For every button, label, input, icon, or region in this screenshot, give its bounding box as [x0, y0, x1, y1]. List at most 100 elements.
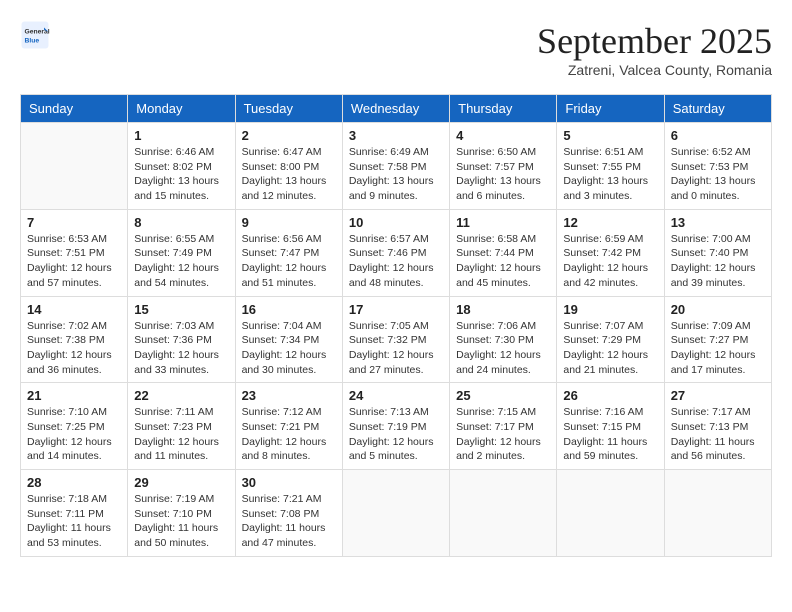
calendar-cell	[342, 470, 449, 557]
calendar-cell: 23Sunrise: 7:12 AM Sunset: 7:21 PM Dayli…	[235, 383, 342, 470]
calendar-cell: 28Sunrise: 7:18 AM Sunset: 7:11 PM Dayli…	[21, 470, 128, 557]
calendar-cell: 17 Sunrise: 7:05 AM Sunset: 7:32 PM Dayli…	[342, 296, 449, 383]
day-info: Sunrise: 7:13 AM Sunset: 7:19 PM Dayligh…	[349, 405, 443, 464]
day-of-week-header: Sunday	[21, 95, 128, 123]
day-number: 30	[242, 475, 336, 490]
day-number: 2	[242, 128, 336, 143]
calendar-week-row: 21Sunrise: 7:10 AM Sunset: 7:25 PM Dayli…	[21, 383, 772, 470]
day-number: 5	[563, 128, 657, 143]
day-number: 18	[456, 302, 550, 317]
calendar-cell: 7 Sunrise: 6:53 AM Sunset: 7:51 PM Daylig…	[21, 209, 128, 296]
calendar-cell: 11Sunrise: 6:58 AM Sunset: 7:44 PM Dayli…	[450, 209, 557, 296]
day-number: 13	[671, 215, 765, 230]
calendar-week-row: 28Sunrise: 7:18 AM Sunset: 7:11 PM Dayli…	[21, 470, 772, 557]
day-info: Sunrise: 7:17 AM Sunset: 7:13 PM Dayligh…	[671, 405, 765, 464]
day-number: 16	[242, 302, 336, 317]
day-info: Sunrise: 7:06 AM Sunset: 7:30 PM Dayligh…	[456, 319, 550, 378]
day-number: 26	[563, 388, 657, 403]
day-info: Sunrise: 7:16 AM Sunset: 7:15 PM Dayligh…	[563, 405, 657, 464]
calendar-cell: 15 Sunrise: 7:03 AM Sunset: 7:36 PM Dayli…	[128, 296, 235, 383]
day-info: Sunrise: 7:04 AM Sunset: 7:34 PM Dayligh…	[242, 319, 336, 378]
day-of-week-header: Friday	[557, 95, 664, 123]
day-info: Sunrise: 6:52 AM Sunset: 7:53 PM Dayligh…	[671, 145, 765, 204]
title-block: September 2025 Zatreni, Valcea County, R…	[537, 20, 772, 78]
day-info: Sunrise: 6:51 AM Sunset: 7:55 PM Dayligh…	[563, 145, 657, 204]
day-number: 24	[349, 388, 443, 403]
month-title: September 2025	[537, 20, 772, 62]
calendar-cell: 8Sunrise: 6:55 AM Sunset: 7:49 PM Daylig…	[128, 209, 235, 296]
day-info: Sunrise: 7:03 AM Sunset: 7:36 PM Dayligh…	[134, 319, 228, 378]
day-info: Sunrise: 7:10 AM Sunset: 7:25 PM Dayligh…	[27, 405, 121, 464]
calendar-cell: 20 Sunrise: 7:09 AM Sunset: 7:27 PM Dayli…	[664, 296, 771, 383]
day-number: 3	[349, 128, 443, 143]
calendar-cell: 26 Sunrise: 7:16 AM Sunset: 7:15 PM Dayli…	[557, 383, 664, 470]
page-header: General Blue September 2025 Zatreni, Val…	[20, 20, 772, 78]
calendar-week-row: 14Sunrise: 7:02 AM Sunset: 7:38 PM Dayli…	[21, 296, 772, 383]
day-of-week-header: Saturday	[664, 95, 771, 123]
day-info: Sunrise: 7:19 AM Sunset: 7:10 PM Dayligh…	[134, 492, 228, 551]
calendar-cell: 27 Sunrise: 7:17 AM Sunset: 7:13 PM Dayli…	[664, 383, 771, 470]
day-info: Sunrise: 7:11 AM Sunset: 7:23 PM Dayligh…	[134, 405, 228, 464]
day-info: Sunrise: 6:59 AM Sunset: 7:42 PM Dayligh…	[563, 232, 657, 291]
day-info: Sunrise: 6:57 AM Sunset: 7:46 PM Dayligh…	[349, 232, 443, 291]
day-info: Sunrise: 7:02 AM Sunset: 7:38 PM Dayligh…	[27, 319, 121, 378]
svg-text:Blue: Blue	[25, 38, 40, 45]
day-of-week-header: Thursday	[450, 95, 557, 123]
day-number: 25	[456, 388, 550, 403]
calendar-cell: 19 Sunrise: 7:07 AM Sunset: 7:29 PM Dayli…	[557, 296, 664, 383]
day-number: 12	[563, 215, 657, 230]
calendar-cell: 6 Sunrise: 6:52 AM Sunset: 7:53 PM Daylig…	[664, 123, 771, 210]
day-number: 27	[671, 388, 765, 403]
day-info: Sunrise: 7:21 AM Sunset: 7:08 PM Dayligh…	[242, 492, 336, 551]
day-info: Sunrise: 6:53 AM Sunset: 7:51 PM Dayligh…	[27, 232, 121, 291]
calendar-cell: 16 Sunrise: 7:04 AM Sunset: 7:34 PM Dayli…	[235, 296, 342, 383]
day-info: Sunrise: 6:47 AM Sunset: 8:00 PM Dayligh…	[242, 145, 336, 204]
calendar-cell: 30 Sunrise: 7:21 AM Sunset: 7:08 PM Dayli…	[235, 470, 342, 557]
day-info: Sunrise: 7:05 AM Sunset: 7:32 PM Dayligh…	[349, 319, 443, 378]
calendar-cell: 3 Sunrise: 6:49 AM Sunset: 7:58 PM Daylig…	[342, 123, 449, 210]
day-number: 11	[456, 215, 550, 230]
calendar-cell: 29 Sunrise: 7:19 AM Sunset: 7:10 PM Dayli…	[128, 470, 235, 557]
calendar-header-row: SundayMondayTuesdayWednesdayThursdayFrid…	[21, 95, 772, 123]
day-of-week-header: Monday	[128, 95, 235, 123]
day-number: 15	[134, 302, 228, 317]
calendar-cell: 22 Sunrise: 7:11 AM Sunset: 7:23 PM Dayli…	[128, 383, 235, 470]
day-number: 6	[671, 128, 765, 143]
day-info: Sunrise: 7:15 AM Sunset: 7:17 PM Dayligh…	[456, 405, 550, 464]
location-subtitle: Zatreni, Valcea County, Romania	[537, 62, 772, 78]
day-number: 22	[134, 388, 228, 403]
day-number: 8	[134, 215, 228, 230]
calendar-cell	[557, 470, 664, 557]
calendar-cell	[664, 470, 771, 557]
logo: General Blue	[20, 20, 54, 50]
day-number: 4	[456, 128, 550, 143]
calendar-cell: 4 Sunrise: 6:50 AM Sunset: 7:57 PM Daylig…	[450, 123, 557, 210]
day-info: Sunrise: 7:18 AM Sunset: 7:11 PM Dayligh…	[27, 492, 121, 551]
day-info: Sunrise: 7:07 AM Sunset: 7:29 PM Dayligh…	[563, 319, 657, 378]
day-number: 23	[242, 388, 336, 403]
day-of-week-header: Wednesday	[342, 95, 449, 123]
day-number: 9	[242, 215, 336, 230]
calendar-table: SundayMondayTuesdayWednesdayThursdayFrid…	[20, 94, 772, 557]
calendar-cell: 25 Sunrise: 7:15 AM Sunset: 7:17 PM Dayli…	[450, 383, 557, 470]
day-number: 17	[349, 302, 443, 317]
day-number: 20	[671, 302, 765, 317]
day-number: 7	[27, 215, 121, 230]
day-info: Sunrise: 6:50 AM Sunset: 7:57 PM Dayligh…	[456, 145, 550, 204]
calendar-cell	[21, 123, 128, 210]
logo-icon: General Blue	[20, 20, 50, 50]
day-info: Sunrise: 6:56 AM Sunset: 7:47 PM Dayligh…	[242, 232, 336, 291]
day-of-week-header: Tuesday	[235, 95, 342, 123]
day-number: 19	[563, 302, 657, 317]
day-number: 1	[134, 128, 228, 143]
day-number: 29	[134, 475, 228, 490]
calendar-cell: 2 Sunrise: 6:47 AM Sunset: 8:00 PM Daylig…	[235, 123, 342, 210]
calendar-cell: 9 Sunrise: 6:56 AM Sunset: 7:47 PM Daylig…	[235, 209, 342, 296]
calendar-cell: 18 Sunrise: 7:06 AM Sunset: 7:30 PM Dayli…	[450, 296, 557, 383]
day-info: Sunrise: 6:49 AM Sunset: 7:58 PM Dayligh…	[349, 145, 443, 204]
day-number: 10	[349, 215, 443, 230]
calendar-cell: 10 Sunrise: 6:57 AM Sunset: 7:46 PM Dayli…	[342, 209, 449, 296]
calendar-week-row: 1Sunrise: 6:46 AM Sunset: 8:02 PM Daylig…	[21, 123, 772, 210]
calendar-cell: 1Sunrise: 6:46 AM Sunset: 8:02 PM Daylig…	[128, 123, 235, 210]
day-info: Sunrise: 7:09 AM Sunset: 7:27 PM Dayligh…	[671, 319, 765, 378]
